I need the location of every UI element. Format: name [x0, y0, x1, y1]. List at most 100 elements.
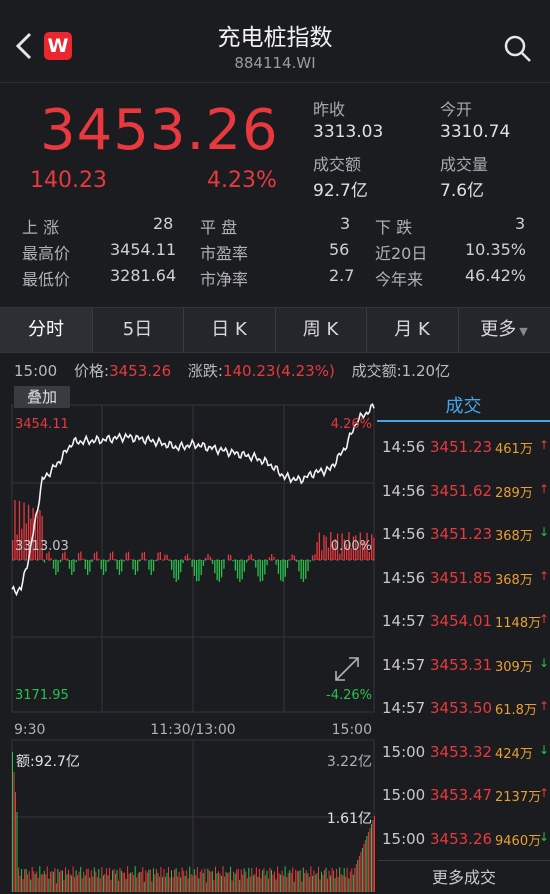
diff-bar	[128, 552, 129, 560]
volume-bar	[77, 875, 78, 892]
volume-bar	[339, 867, 340, 892]
diff-bar	[55, 560, 56, 575]
diff-bar	[319, 533, 320, 561]
volume-bar	[316, 873, 317, 892]
volume-bar	[274, 872, 275, 892]
trade-price: 3454.01	[430, 612, 492, 630]
volume-bar	[145, 870, 146, 892]
volume-bar	[301, 882, 302, 893]
volume-bar	[198, 879, 199, 893]
intraday-chart[interactable]: 叠加 3454.11 3313.03 3171.95 4.26% 0.00% -…	[0, 380, 376, 892]
volume-bar	[156, 869, 157, 892]
volume-bar	[204, 869, 205, 892]
volume-max: 3.22亿	[327, 754, 372, 770]
volume-bar	[370, 828, 371, 892]
volume-bar	[98, 869, 99, 892]
arrow-up-icon: ↑	[539, 482, 549, 496]
volume-bar	[303, 868, 304, 893]
volume-bar	[268, 879, 269, 892]
tab-weekly-k[interactable]: 周 K	[275, 308, 367, 352]
volume-bar	[21, 869, 22, 892]
diff-bar	[142, 553, 143, 560]
volume-bar	[354, 868, 355, 892]
diff-bar	[44, 560, 45, 563]
volume-bar	[310, 866, 311, 892]
more-trades-button[interactable]: 更多成交	[378, 860, 550, 894]
volume-bar	[336, 869, 337, 892]
volume-bar	[257, 877, 258, 892]
diff-bar	[76, 560, 77, 562]
volume-bar	[229, 872, 230, 892]
tab-more[interactable]: 更多▼	[458, 308, 550, 352]
down-count: 3	[515, 214, 525, 233]
diff-bar	[117, 560, 118, 569]
volume-bar	[260, 878, 261, 892]
tab-intraday[interactable]: 分时	[0, 308, 93, 352]
trade-time: 15:00	[382, 786, 425, 804]
volume-bar	[117, 870, 118, 892]
volume-bar	[236, 870, 237, 892]
trade-volume: 461万	[495, 438, 533, 457]
volume-bar	[130, 873, 131, 892]
time-start: 9:30	[14, 722, 45, 738]
info-price-label: 价格:	[74, 362, 109, 380]
volume-bar	[162, 877, 163, 892]
volume-bar	[270, 868, 271, 892]
volume-bar	[313, 871, 314, 893]
diff-bar	[316, 542, 317, 560]
diff-bar	[71, 560, 72, 575]
tab-monthly-k[interactable]: 月 K	[366, 308, 459, 352]
volume-bar	[218, 871, 219, 892]
volume-bar	[366, 836, 367, 892]
volume-bar	[282, 871, 283, 893]
volume-bar	[114, 869, 115, 892]
volume-bar	[186, 870, 187, 892]
volume-bar	[45, 874, 46, 892]
tab-5day[interactable]: 5日	[92, 308, 184, 352]
volume-bar	[329, 871, 330, 892]
volume-label: 成交量	[440, 151, 488, 175]
volume-bar	[285, 866, 286, 892]
price-change-pct: 4.23%	[207, 168, 277, 193]
volume-bar	[141, 872, 142, 892]
volume-bar	[250, 877, 251, 892]
trade-time: 14:56	[382, 569, 425, 587]
volume-bar	[279, 873, 280, 892]
volume-bar	[165, 877, 166, 892]
volume-bar	[94, 867, 95, 892]
diff-bar	[148, 560, 149, 570]
diff-bar	[280, 560, 281, 581]
diff-bar	[189, 558, 190, 560]
trade-row: 15:003453.269460万↓	[380, 830, 550, 850]
volume-bar	[286, 877, 287, 892]
divider	[0, 82, 550, 83]
tab-daily-k[interactable]: 日 K	[183, 308, 276, 352]
volume-bar	[157, 873, 158, 892]
diff-bar	[294, 555, 295, 560]
volume-bar	[44, 871, 45, 892]
volume-bar	[88, 869, 89, 892]
amount-value: 92.7亿	[313, 176, 368, 201]
diff-bar	[80, 552, 81, 561]
volume-bar	[294, 882, 295, 892]
diff-bar	[339, 554, 340, 560]
trades-tab[interactable]: 成交	[377, 392, 550, 418]
trade-volume: 368万	[495, 569, 533, 588]
volume-bar	[304, 873, 305, 892]
volume-bar	[179, 872, 180, 892]
diff-bar	[248, 556, 249, 560]
volume-bar	[306, 870, 307, 892]
volume-bar	[297, 871, 298, 892]
search-icon[interactable]	[503, 34, 533, 64]
info-price: 3453.26	[109, 362, 171, 380]
diff-bar	[69, 560, 70, 569]
volume-bar	[188, 879, 189, 892]
volume-bar	[91, 870, 92, 892]
volume-bar	[14, 772, 15, 892]
trade-time: 14:56	[382, 482, 425, 500]
diff-bar	[287, 560, 288, 568]
volume-bar	[241, 869, 242, 892]
volume-bar	[326, 868, 327, 892]
expand-icon[interactable]	[336, 658, 358, 680]
volume-bar	[121, 871, 122, 892]
